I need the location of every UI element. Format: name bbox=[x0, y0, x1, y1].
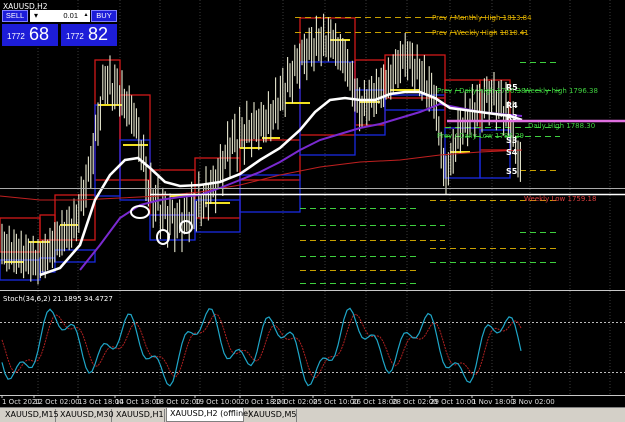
one-click-trading-panel: SELL ▾ 0.01 ▴ BUY 1772 68 1772 82 bbox=[2, 10, 117, 46]
pivot-label: S5 bbox=[506, 167, 518, 176]
chart-area[interactable]: Prev / Monthly High 1813.84 Prev / Weekly… bbox=[0, 0, 625, 407]
chart-tabs-bar: XAUUSD,M15 XAUUSD,M30 XAUUSD,H1 XAUUSD,H… bbox=[0, 407, 625, 422]
lot-decrease-button[interactable]: ▾ bbox=[30, 10, 42, 22]
buy-button[interactable]: BUY bbox=[91, 10, 117, 22]
x-axis-label: 29 Oct 10:00 bbox=[430, 398, 476, 406]
pivot-label: S3 bbox=[506, 136, 517, 145]
x-axis-label: 26 Oct 18:00 bbox=[352, 398, 398, 406]
x-axis-label: 3 Nov 02:00 bbox=[512, 398, 555, 406]
sell-price-big: 68 bbox=[29, 24, 50, 44]
sell-button[interactable]: SELL bbox=[2, 10, 28, 22]
x-axis-label: 18 Oct 02:00 bbox=[155, 398, 201, 406]
buy-price-small: 1772 bbox=[66, 32, 84, 41]
tab-xauusd-m5[interactable]: XAUUSD,M5 bbox=[245, 409, 297, 422]
level-label: Weekly Low 1759.18 bbox=[524, 195, 596, 203]
lot-size-input[interactable]: 0.01 bbox=[42, 10, 82, 22]
buy-price-box[interactable]: 1772 82 bbox=[61, 24, 117, 46]
x-axis-label: 1 Nov 18:00 bbox=[472, 398, 515, 406]
level-label: Weekly high 1796.38 bbox=[524, 87, 598, 95]
tab-xauusd-h1[interactable]: XAUUSD,H1 bbox=[113, 409, 165, 422]
level-label: Daily High 1788.30 bbox=[528, 122, 595, 130]
level-label: Prev / Monthly High 1813.84 bbox=[432, 14, 532, 22]
x-axis-label: 12 Oct 02:00 bbox=[34, 398, 80, 406]
sell-price-small: 1772 bbox=[7, 32, 25, 41]
buy-price-big: 82 bbox=[88, 24, 109, 44]
sell-price-box[interactable]: 1772 68 bbox=[2, 24, 58, 46]
pivot-label: S4 bbox=[506, 148, 518, 157]
pivot-label: R5 bbox=[506, 83, 518, 92]
pivot-label: R4 bbox=[506, 101, 518, 110]
lot-increase-button[interactable]: ▴ bbox=[82, 10, 90, 22]
x-axis-label: 22 Oct 02:00 bbox=[272, 398, 318, 406]
level-label: Prev / Weekly High 1810.41 bbox=[432, 29, 529, 37]
tab-xauusd-m15[interactable]: XAUUSD,M15 bbox=[2, 409, 59, 422]
tab-xauusd-m30[interactable]: XAUUSD,M30 bbox=[57, 409, 114, 422]
x-axis-label: 19 Oct 10:00 bbox=[195, 398, 241, 406]
x-axis-label: 14 Oct 18:00 bbox=[115, 398, 161, 406]
tab-xauusd-h2-offline[interactable]: XAUUSD,H2 (offline) bbox=[166, 408, 251, 422]
indicator-label: Stoch(34,6,2) 21.1895 34.4727 bbox=[3, 295, 113, 303]
x-axis-labels: 1 Oct 202112 Oct 02:0013 Oct 18:0014 Oct… bbox=[1, 395, 555, 406]
pivot-label: R3 bbox=[506, 113, 518, 122]
